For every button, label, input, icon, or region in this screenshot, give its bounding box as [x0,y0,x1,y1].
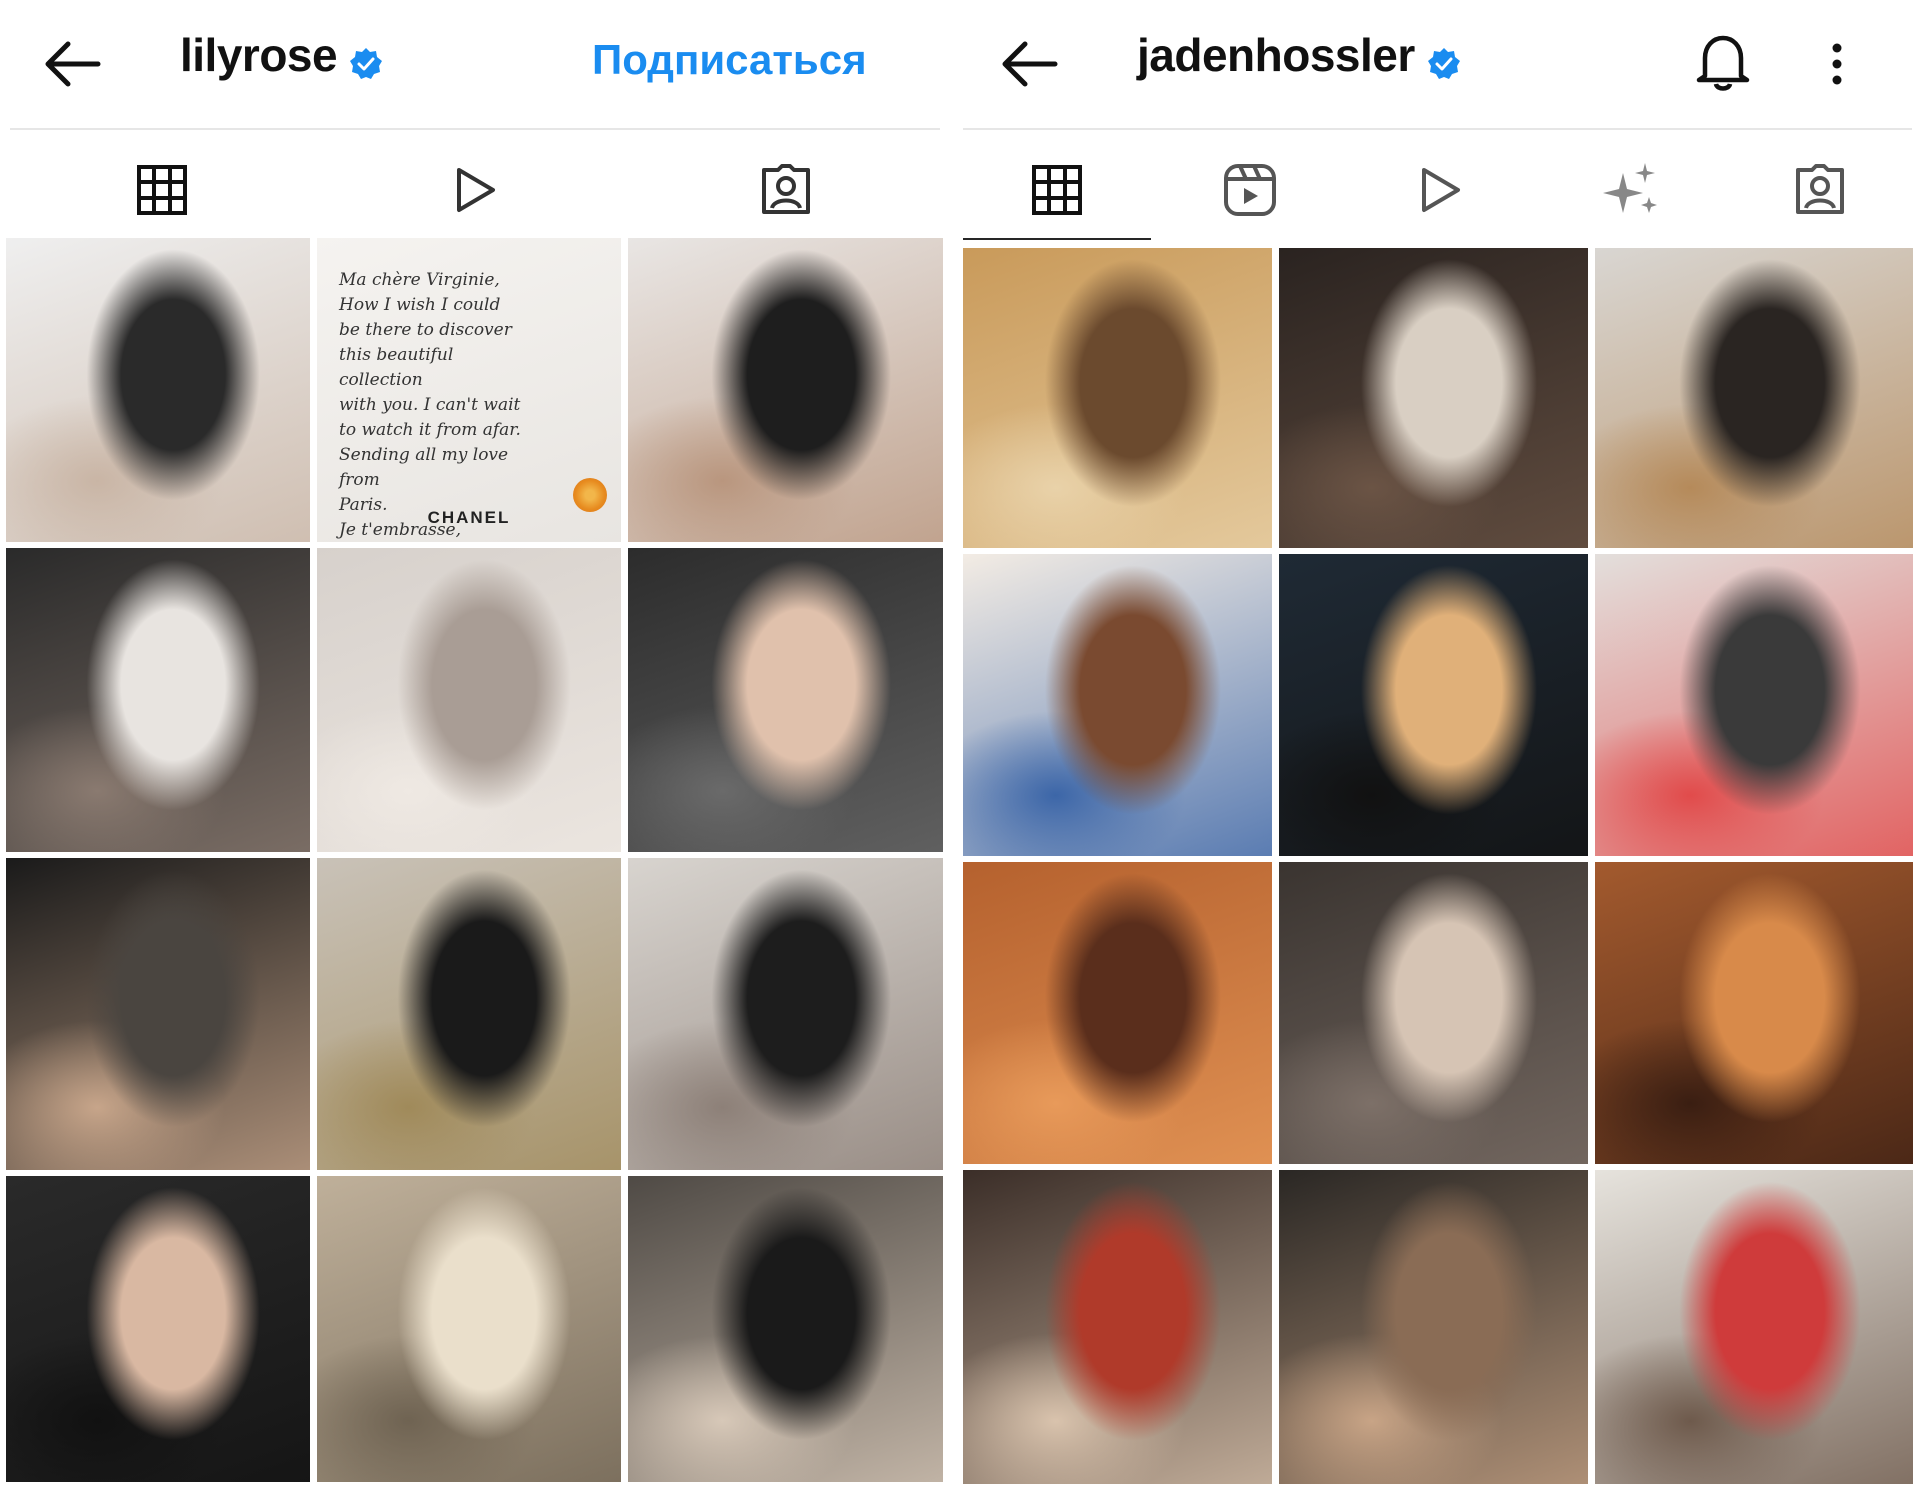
more-vertical-icon[interactable] [1827,42,1847,91]
sparkles-icon [1603,163,1657,213]
post-thumbnail[interactable] [317,548,621,852]
tagged-icon [1796,164,1844,214]
grid-icon [137,165,187,215]
post-thumbnail[interactable]: Ma chère Virginie, How I wish I could be… [317,238,621,542]
post-thumbnail[interactable] [963,1170,1272,1484]
post-thumbnail[interactable] [1279,554,1588,856]
post-thumbnail[interactable] [1595,1170,1913,1484]
profile-header: jadenhossler [955,0,1920,128]
header-divider [963,128,1912,130]
post-thumbnail[interactable] [6,238,310,542]
username-text: jadenhossler [1137,29,1415,81]
back-arrow-icon[interactable] [40,38,104,90]
post-caption: CHANEL [427,508,511,527]
tab-grid[interactable] [963,140,1151,240]
tab-videos[interactable] [1345,140,1535,240]
tab-reels[interactable] [375,140,575,240]
verified-badge-icon [1427,38,1461,79]
post-thumbnail[interactable] [628,1176,943,1482]
profile-tabs [0,140,950,240]
active-tab-underline [963,238,1151,240]
profile-tabs [955,140,1920,240]
reels-icon [1224,164,1276,216]
post-thumbnail[interactable] [1595,248,1913,548]
tab-tagged[interactable] [686,140,886,240]
follow-button[interactable]: Подписаться [592,36,867,84]
verified-badge-icon [349,38,383,79]
post-thumbnail[interactable] [628,548,943,852]
tab-tagged[interactable] [1725,140,1915,240]
post-thumbnail[interactable] [963,554,1272,856]
post-thumbnail[interactable] [6,858,310,1170]
posts-grid: Ma chère Virginie, How I wish I could be… [6,238,944,1484]
post-thumbnail[interactable] [1279,1170,1588,1484]
post-thumbnail[interactable] [6,548,310,852]
post-thumbnail[interactable] [1595,554,1913,856]
handwritten-note: Ma chère Virginie, How I wish I could be… [339,270,521,540]
post-thumbnail[interactable] [317,858,621,1170]
profile-panel-lilyrose: lilyrose Подписаться Ma chère Virginie, … [0,0,950,1488]
tab-grid[interactable] [62,140,262,240]
post-thumbnail[interactable] [628,858,943,1170]
tagged-icon [762,164,810,214]
post-thumbnail[interactable] [1595,862,1913,1164]
post-thumbnail[interactable] [1279,862,1588,1164]
bell-icon[interactable] [1693,30,1753,97]
back-arrow-icon[interactable] [997,38,1061,90]
posts-grid [963,248,1913,1484]
grid-icon [1032,165,1082,215]
profile-username: jadenhossler [1137,28,1461,82]
post-thumbnail[interactable] [6,1176,310,1482]
header-divider [10,128,940,130]
profile-panel-jadenhossler: jadenhossler [955,0,1920,1488]
post-thumbnail[interactable] [963,862,1272,1164]
tab-effects[interactable] [1535,140,1725,240]
post-thumbnail[interactable] [628,238,943,542]
reels-play-icon [457,168,495,212]
profile-username: lilyrose [180,28,383,82]
play-icon [1422,168,1460,212]
post-thumbnail[interactable] [963,248,1272,548]
username-text: lilyrose [180,29,338,81]
post-thumbnail[interactable] [317,1176,621,1482]
flower-decoration [573,478,607,512]
tab-reels[interactable] [1155,140,1345,240]
post-thumbnail[interactable] [1279,248,1588,548]
profile-header: lilyrose Подписаться [0,0,950,128]
